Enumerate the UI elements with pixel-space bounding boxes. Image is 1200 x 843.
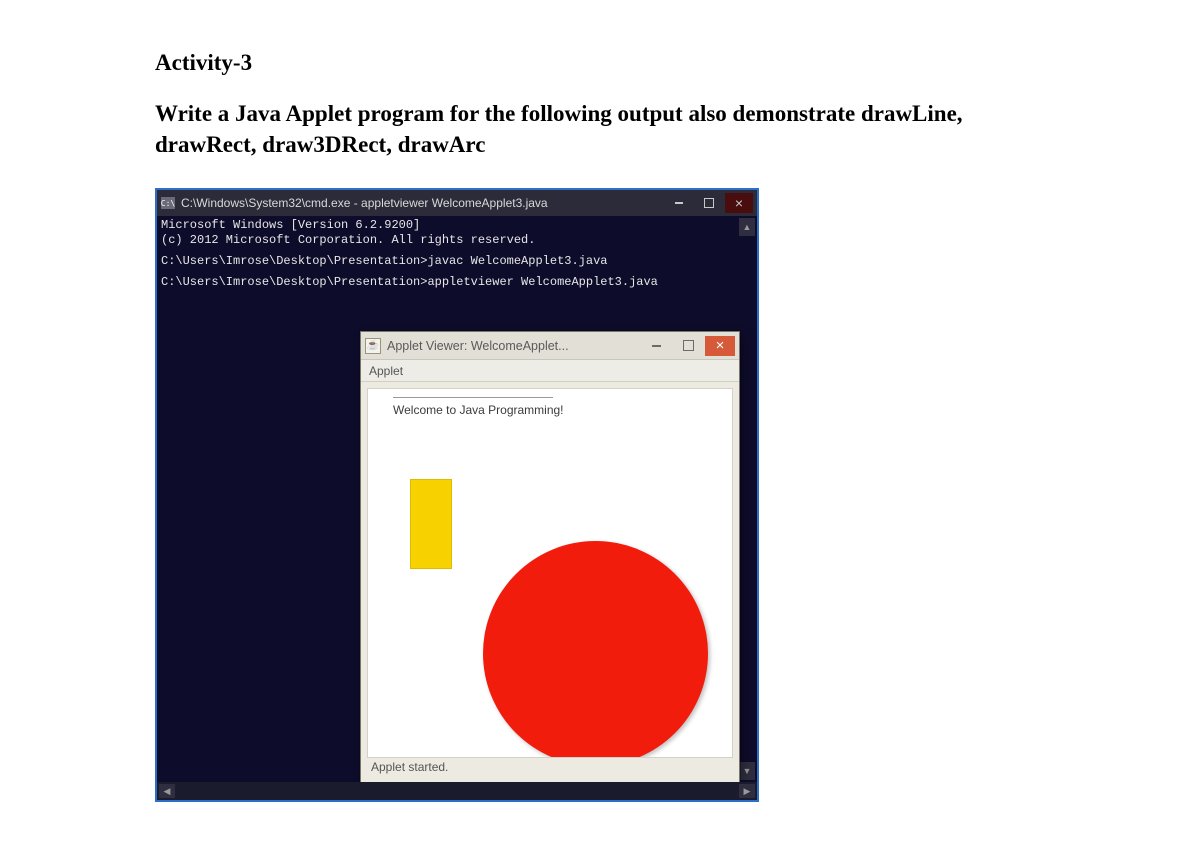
applet-minimize-button[interactable] [641,336,671,356]
activity-description: Write a Java Applet program for the foll… [155,98,1045,160]
cmd-title: C:\Windows\System32\cmd.exe - appletview… [181,196,663,210]
cmd-maximize-button[interactable] [695,193,723,213]
activity-heading: Activity-3 [155,50,1045,76]
cmd-hscroll-right-button[interactable] [739,784,755,798]
cmd-scroll-down-button[interactable] [739,762,755,780]
cmd-icon: C:\ [161,197,175,209]
cmd-close-button[interactable] [725,193,753,213]
welcome-text: Welcome to Java Programming! [393,403,564,417]
cmd-window-controls [663,193,753,213]
red-circle [483,541,708,758]
applet-viewer-window: Applet Viewer: WelcomeApplet... Applet W… [360,331,740,783]
applet-title: Applet Viewer: WelcomeApplet... [387,339,641,353]
drawline-output [393,397,553,398]
cmd-minimize-button[interactable] [665,193,693,213]
cmd-line: (c) 2012 Microsoft Corporation. All righ… [161,233,753,248]
applet-maximize-button[interactable] [673,336,703,356]
cmd-hscroll-left-button[interactable] [159,784,175,798]
cmd-horizontal-scrollbar [157,782,757,800]
applet-menubar: Applet [361,360,739,382]
java-icon [365,338,381,354]
cmd-line: C:\Users\Imrose\Desktop\Presentation>jav… [161,254,753,269]
applet-status-bar: Applet started. [367,758,733,778]
cmd-scroll-up-button[interactable] [739,218,755,236]
applet-canvas: Welcome to Java Programming! [367,388,733,758]
cmd-line: C:\Users\Imrose\Desktop\Presentation>app… [161,275,753,290]
cmd-line: Microsoft Windows [Version 6.2.9200] [161,218,753,233]
applet-titlebar: Applet Viewer: WelcomeApplet... [361,332,739,360]
applet-menu-item[interactable]: Applet [369,364,403,378]
applet-window-controls [641,336,735,356]
cmd-output: Microsoft Windows [Version 6.2.9200] (c)… [157,216,757,294]
applet-close-button[interactable] [705,336,735,356]
yellow-rectangle [410,479,452,569]
screenshot-container: C:\ C:\Windows\System32\cmd.exe - applet… [155,188,759,802]
cmd-titlebar: C:\ C:\Windows\System32\cmd.exe - applet… [157,190,757,216]
